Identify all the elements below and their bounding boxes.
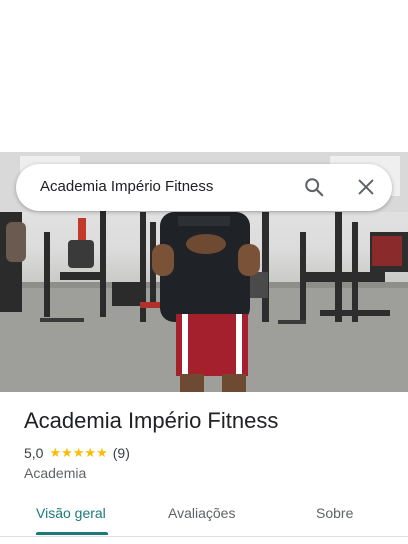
place-title: Academia Império Fitness xyxy=(24,408,279,433)
review-count[interactable]: (9) xyxy=(113,445,130,461)
star-rating-icon: ★★★★★ xyxy=(49,445,108,460)
search-icon[interactable] xyxy=(303,176,325,198)
tab-overview[interactable]: Visão geral xyxy=(36,505,106,521)
tab-about[interactable]: Sobre xyxy=(316,505,353,521)
search-input[interactable]: Academia Império Fitness xyxy=(40,178,213,195)
close-icon[interactable] xyxy=(355,176,377,198)
rating-value: 5,0 xyxy=(24,445,44,461)
search-bar[interactable]: Academia Império Fitness xyxy=(16,164,392,211)
tab-reviews[interactable]: Avaliações xyxy=(168,505,235,521)
active-tab-indicator xyxy=(36,532,108,535)
place-tabs: Visão geral Avaliações Sobre xyxy=(0,494,408,537)
place-category[interactable]: Academia xyxy=(24,465,86,481)
rating-row[interactable]: 5,0 ★★★★★ (9) xyxy=(24,444,130,462)
